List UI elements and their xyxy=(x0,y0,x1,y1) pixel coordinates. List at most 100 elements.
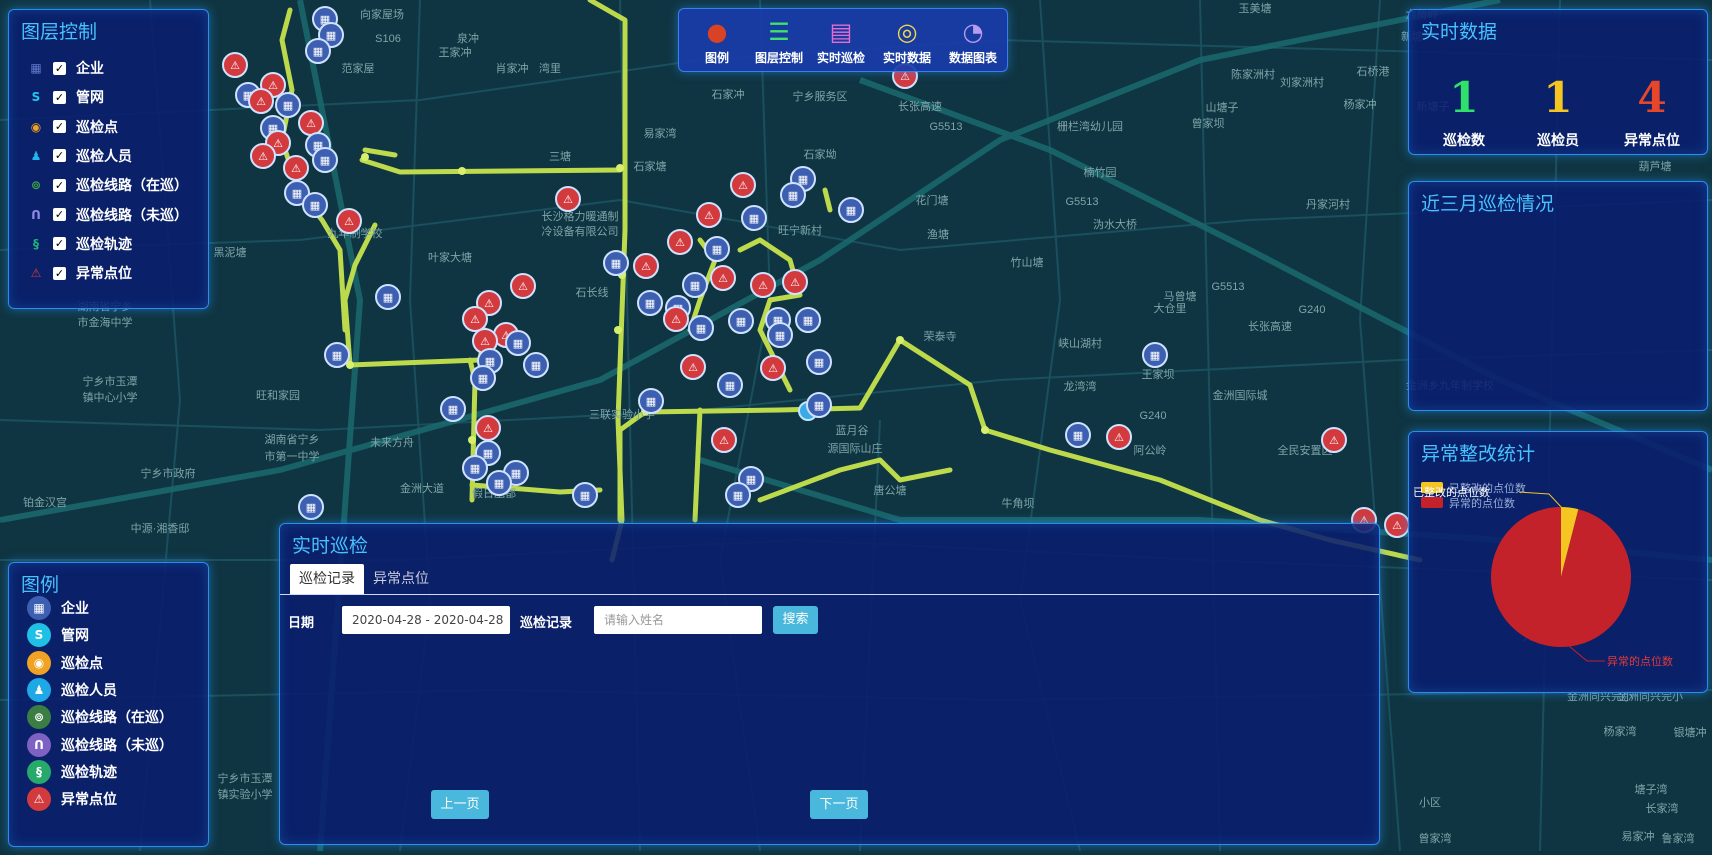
alarm-marker[interactable]: ⚠ xyxy=(711,427,737,453)
toolbar-button[interactable]: ▤ 实时巡检 xyxy=(809,17,873,66)
enterprise-marker[interactable]: ▦ xyxy=(780,182,806,208)
alarm-marker[interactable]: ⚠ xyxy=(1106,424,1132,450)
enterprise-marker[interactable]: ▦ xyxy=(704,236,730,262)
alarm-marker[interactable]: ⚠ xyxy=(510,273,536,299)
map-place-label: 长沙格力暖通制 xyxy=(542,209,619,223)
next-page-button[interactable]: 下一页 xyxy=(810,790,868,819)
alarm-marker[interactable]: ⚠ xyxy=(336,208,362,234)
enterprise-marker[interactable]: ▦ xyxy=(523,352,549,378)
layer-checkbox[interactable]: ✓ xyxy=(53,178,66,192)
map-place-label: 未来方舟 xyxy=(370,435,414,449)
tab-abnormal-points[interactable]: 异常点位 xyxy=(364,564,438,594)
toolbar-button[interactable]: ◔ 数据图表 xyxy=(941,17,1005,66)
alarm-marker[interactable]: ⚠ xyxy=(1384,512,1410,538)
enterprise-marker[interactable]: ▦ xyxy=(717,372,743,398)
enterprise-marker[interactable]: ▦ xyxy=(312,147,338,173)
route-inactive-icon: ᑎ xyxy=(31,207,41,222)
alarm-marker[interactable]: ⚠ xyxy=(248,88,274,114)
layer-checkbox[interactable]: ✓ xyxy=(53,237,66,251)
enterprise-marker[interactable]: ▦ xyxy=(838,197,864,223)
enterprise-marker[interactable]: ▦ xyxy=(1065,422,1091,448)
legend-panel: 图例 ▦ 企业 S 管网 ◉ 巡检点 ♟ 巡检人员 ⊚ 巡检线路（在巡） ᑎ 巡检线路（未巡） § 巡检轨… xyxy=(8,562,209,847)
toolbar-button[interactable]: ● 图例 xyxy=(685,17,749,66)
enterprise-marker[interactable]: ▦ xyxy=(298,494,324,520)
toolbar-button[interactable]: ◎ 实时数据 xyxy=(875,17,939,66)
enterprise-marker[interactable]: ▦ xyxy=(462,455,488,481)
map-place-label: 易家冲 xyxy=(1622,829,1655,843)
enterprise-marker[interactable]: ▦ xyxy=(305,38,331,64)
stat-label: 巡检数 xyxy=(1443,133,1485,149)
layer-checkbox[interactable]: ✓ xyxy=(53,266,66,280)
alarm-marker[interactable]: ⚠ xyxy=(1321,427,1347,453)
alarm-marker[interactable]: ⚠ xyxy=(696,202,722,228)
enterprise-marker[interactable]: ▦ xyxy=(637,290,663,316)
enterprise-marker[interactable]: ▦ xyxy=(275,92,301,118)
enterprise-marker[interactable]: ▦ xyxy=(302,192,328,218)
layer-toggle-row[interactable]: ⚠ ✓ 异常点位 xyxy=(27,261,132,285)
map-place-label: 王家冲 xyxy=(439,45,472,59)
enterprise-marker[interactable]: ▦ xyxy=(505,330,531,356)
enterprise-marker[interactable]: ▦ xyxy=(767,322,793,348)
alarm-marker[interactable]: ⚠ xyxy=(730,172,756,198)
layer-checkbox[interactable]: ✓ xyxy=(53,149,66,163)
alarm-marker[interactable]: ⚠ xyxy=(710,265,736,291)
alarm-marker[interactable]: ⚠ xyxy=(663,306,689,332)
enterprise-marker[interactable]: ▦ xyxy=(682,272,708,298)
legend-item: S 管网 xyxy=(27,623,89,648)
date-range-input[interactable]: 2020-04-28 - 2020-04-28 xyxy=(342,606,510,634)
toolbar-label: 图例 xyxy=(704,51,729,65)
alarm-marker[interactable]: ⚠ xyxy=(667,229,693,255)
enterprise-marker[interactable]: ▦ xyxy=(572,482,598,508)
alarm-marker[interactable]: ⚠ xyxy=(555,186,581,212)
enterprise-marker[interactable]: ▦ xyxy=(1142,342,1168,368)
layer-toggle-row[interactable]: ♟ ✓ 巡检人员 xyxy=(27,144,132,168)
layer-toggle-row[interactable]: ◉ ✓ 巡检点 xyxy=(27,115,118,139)
enterprise-marker[interactable]: ▦ xyxy=(725,482,751,508)
legend-item: ⊚ 巡检线路（在巡） xyxy=(27,705,173,730)
layer-toggle-row[interactable]: § ✓ 巡检轨迹 xyxy=(27,232,132,256)
layer-checkbox[interactable]: ✓ xyxy=(53,90,66,104)
enterprise-marker[interactable]: ▦ xyxy=(603,250,629,276)
alarm-marker[interactable]: ⚠ xyxy=(283,155,309,181)
enterprise-marker[interactable]: ▦ xyxy=(440,396,466,422)
alarm-marker[interactable]: ⚠ xyxy=(680,354,706,380)
enterprise-marker[interactable]: ▦ xyxy=(806,349,832,375)
enterprise-marker[interactable]: ▦ xyxy=(324,342,350,368)
enterprise-marker[interactable]: ▦ xyxy=(638,388,664,414)
toolbar-label: 实时数据 xyxy=(882,51,931,65)
name-search-input[interactable]: 请输入姓名 xyxy=(594,606,762,634)
layer-checkbox[interactable]: ✓ xyxy=(53,120,66,134)
alarm-marker[interactable]: ⚠ xyxy=(760,355,786,381)
prev-page-button[interactable]: 上一页 xyxy=(431,790,489,819)
alarm-marker[interactable]: ⚠ xyxy=(475,415,501,441)
route-active-icon: ⊚ xyxy=(27,705,51,730)
enterprise-marker[interactable]: ▦ xyxy=(375,284,401,310)
enterprise-marker[interactable]: ▦ xyxy=(806,392,832,418)
pie-slice[interactable] xyxy=(1491,507,1631,647)
enterprise-marker[interactable]: ▦ xyxy=(795,307,821,333)
map-place-label: 石家坳 xyxy=(804,147,837,161)
enterprise-marker[interactable]: ▦ xyxy=(486,470,512,496)
layer-toggle-row[interactable]: ᑎ ✓ 巡检线路（未巡） xyxy=(27,203,188,227)
tab-patrol-records[interactable]: 巡检记录 xyxy=(290,564,364,594)
enterprise-marker[interactable]: ▦ xyxy=(470,365,496,391)
alarm-marker[interactable]: ⚠ xyxy=(782,269,808,295)
layer-toggle-row[interactable]: ⊚ ✓ 巡检线路（在巡） xyxy=(27,173,188,197)
map-place-label: 银塘冲 xyxy=(1674,725,1707,739)
layer-toggle-row[interactable]: ▦ ✓ 企业 xyxy=(27,56,104,80)
layer-label: 异常点位 xyxy=(76,266,132,283)
alarm-marker[interactable]: ⚠ xyxy=(633,253,659,279)
layer-toggle-row[interactable]: S ✓ 管网 xyxy=(27,85,104,109)
enterprise-marker[interactable]: ▦ xyxy=(728,308,754,334)
layer-checkbox[interactable]: ✓ xyxy=(53,208,66,221)
map-pin-icon: ◉ xyxy=(27,650,51,675)
alarm-marker[interactable]: ⚠ xyxy=(222,52,248,78)
alarm-marker[interactable]: ⚠ xyxy=(250,143,276,169)
enterprise-marker[interactable]: ▦ xyxy=(741,205,767,231)
stat-item: 1 巡检员 xyxy=(1513,72,1603,150)
enterprise-marker[interactable]: ▦ xyxy=(688,315,714,341)
layer-checkbox[interactable]: ✓ xyxy=(53,61,66,75)
alarm-marker[interactable]: ⚠ xyxy=(750,272,776,298)
search-button[interactable]: 搜索 xyxy=(773,606,818,634)
toolbar-button[interactable]: ☰ 图层控制 xyxy=(747,17,811,66)
